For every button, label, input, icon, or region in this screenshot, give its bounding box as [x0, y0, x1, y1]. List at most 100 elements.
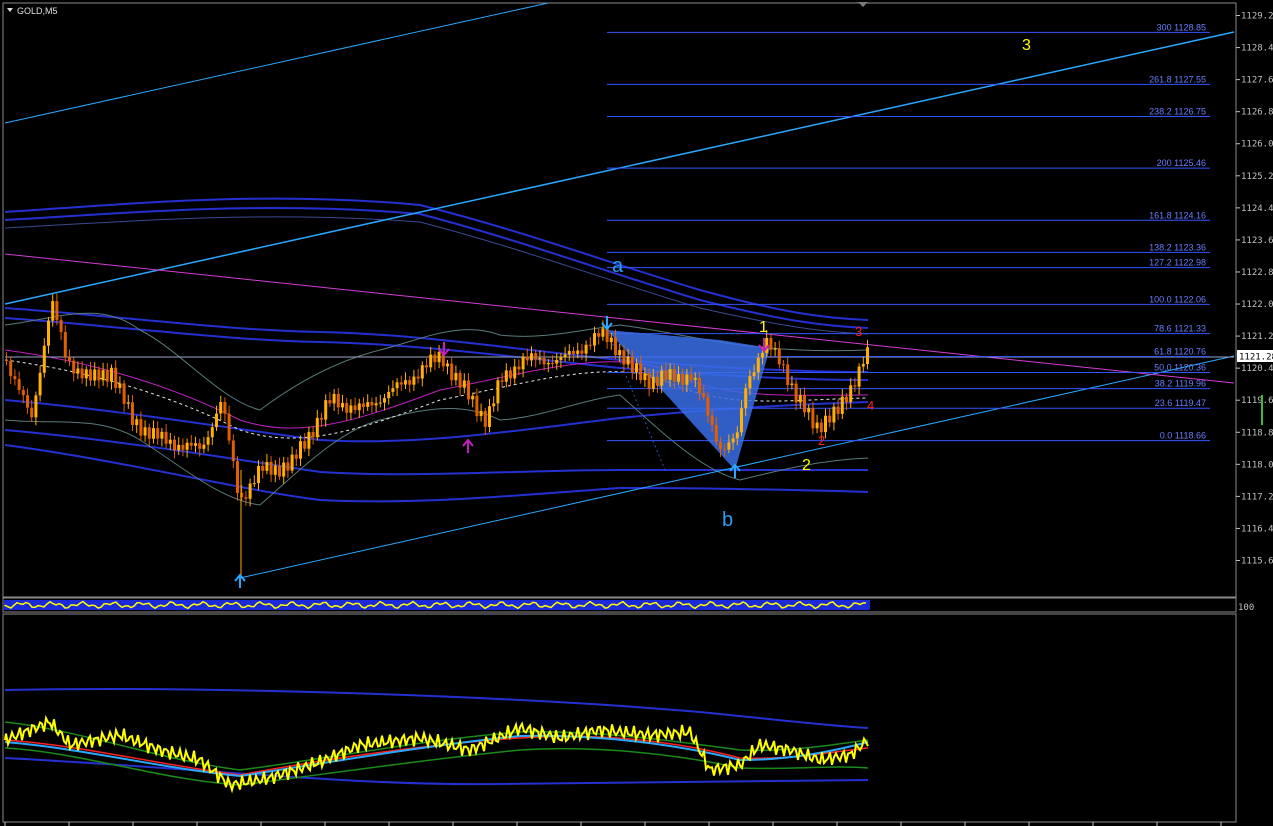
candle-body	[366, 402, 370, 407]
candle-body	[824, 415, 827, 433]
candle-body	[538, 357, 542, 360]
candle-body	[866, 347, 869, 364]
candle-body	[639, 363, 643, 381]
candle-body	[307, 432, 311, 449]
candle-body	[681, 373, 685, 385]
candle-body	[656, 377, 659, 386]
candle-body	[593, 333, 596, 346]
fib-level-label: 261.8 1127.55	[1149, 74, 1206, 84]
candle-body	[668, 369, 672, 380]
candle-body	[412, 376, 416, 385]
candle-body	[299, 441, 302, 459]
candle-body	[446, 363, 449, 367]
candle-body	[731, 438, 735, 443]
candle-body	[261, 465, 265, 471]
candle-body	[395, 382, 399, 389]
candle-body	[546, 362, 550, 365]
fib-level-label: 300 1128.85	[1157, 22, 1206, 32]
candle-body	[677, 373, 680, 382]
candle-body	[135, 419, 139, 426]
candle-body	[622, 350, 626, 365]
candle-body	[9, 360, 13, 377]
candle-body	[509, 370, 512, 379]
candle-body	[181, 444, 185, 450]
fib-level-label: 138.2 1123.36	[1149, 242, 1206, 252]
fib-level-label: 100.0 1122.06	[1149, 294, 1206, 304]
candle-body	[84, 369, 88, 379]
price-tick-label: 1115.67	[1241, 557, 1273, 567]
candle-body	[815, 422, 819, 429]
candle-body	[257, 465, 260, 484]
candle-body	[857, 366, 861, 387]
candle-body	[269, 461, 273, 475]
fib-level-label: 23.6 1119.47	[1155, 398, 1206, 408]
candle-body	[336, 393, 340, 408]
candle-body	[420, 365, 424, 379]
candle-body	[580, 350, 584, 354]
candle-body	[391, 388, 395, 392]
candle-body	[5, 360, 8, 361]
candle-body	[118, 383, 122, 388]
candle-body	[101, 370, 105, 381]
candle-body	[244, 497, 248, 499]
candle-body	[471, 395, 475, 400]
candle-body	[710, 415, 714, 425]
candle-body	[450, 363, 454, 381]
trading-chart[interactable]: 1129.27 1128.47 1127.67 1126.87 1126.07 1125.…	[0, 0, 1273, 826]
candle-body	[664, 370, 668, 380]
candle-body	[370, 402, 374, 406]
candle-body	[47, 320, 50, 346]
candle-body	[252, 483, 256, 485]
candle-body	[761, 352, 764, 358]
candle-body	[294, 454, 298, 459]
sub-wave-label-4: 4	[867, 398, 874, 413]
candle-body	[357, 403, 361, 411]
candle-body	[660, 370, 664, 386]
candle-body	[324, 400, 328, 420]
oscillator	[4, 688, 869, 794]
scroll-marker-icon[interactable]	[858, 2, 868, 7]
fib-level-label: 78.6 1121.33	[1154, 324, 1206, 334]
chevron-down-icon[interactable]	[7, 8, 13, 12]
candle-body	[567, 350, 571, 355]
price-tick-label: 1127.67	[1241, 76, 1273, 86]
candle-body	[13, 376, 17, 380]
candle-body	[177, 444, 181, 451]
fib-level-label: 238.2 1126.75	[1149, 106, 1206, 116]
candle-body	[803, 395, 806, 413]
trend-lines	[4, 2, 1235, 579]
wave-label-2: 2	[802, 457, 811, 474]
candle-body	[618, 350, 622, 356]
time-axis	[4, 822, 1222, 826]
candle-body	[647, 373, 651, 389]
fib-level-label: 200 1125.46	[1157, 158, 1206, 168]
candle-body	[563, 354, 567, 358]
price-axis: 1129.27 1128.47 1127.67 1126.87 1126.07 1125.…	[1236, 12, 1273, 567]
candle-body	[374, 403, 378, 406]
candle-body	[559, 357, 563, 360]
candle-body	[152, 428, 155, 439]
candle-body	[42, 345, 46, 373]
price-tick-label: 1123.67	[1241, 236, 1273, 246]
symbol-label: GOLD,M5	[17, 6, 58, 16]
candle-body	[311, 432, 315, 438]
candle-body	[206, 437, 210, 445]
candle-body	[282, 462, 286, 477]
candle-body	[383, 398, 386, 403]
candle-body	[832, 406, 836, 423]
candle-body	[328, 400, 332, 404]
candle-body	[143, 427, 147, 436]
candle-body	[227, 413, 231, 441]
candle-body	[693, 377, 697, 380]
candle-body	[93, 369, 97, 381]
candle-body	[513, 366, 517, 379]
candle-body	[861, 363, 865, 367]
price-tick-label: 1121.27	[1241, 332, 1273, 342]
candle-body	[769, 337, 773, 350]
candle-body	[110, 367, 113, 382]
candle-body	[479, 410, 483, 417]
candle-body	[752, 372, 756, 377]
candle-body	[609, 337, 613, 343]
candle-body	[500, 380, 504, 382]
candle-body	[404, 380, 407, 385]
